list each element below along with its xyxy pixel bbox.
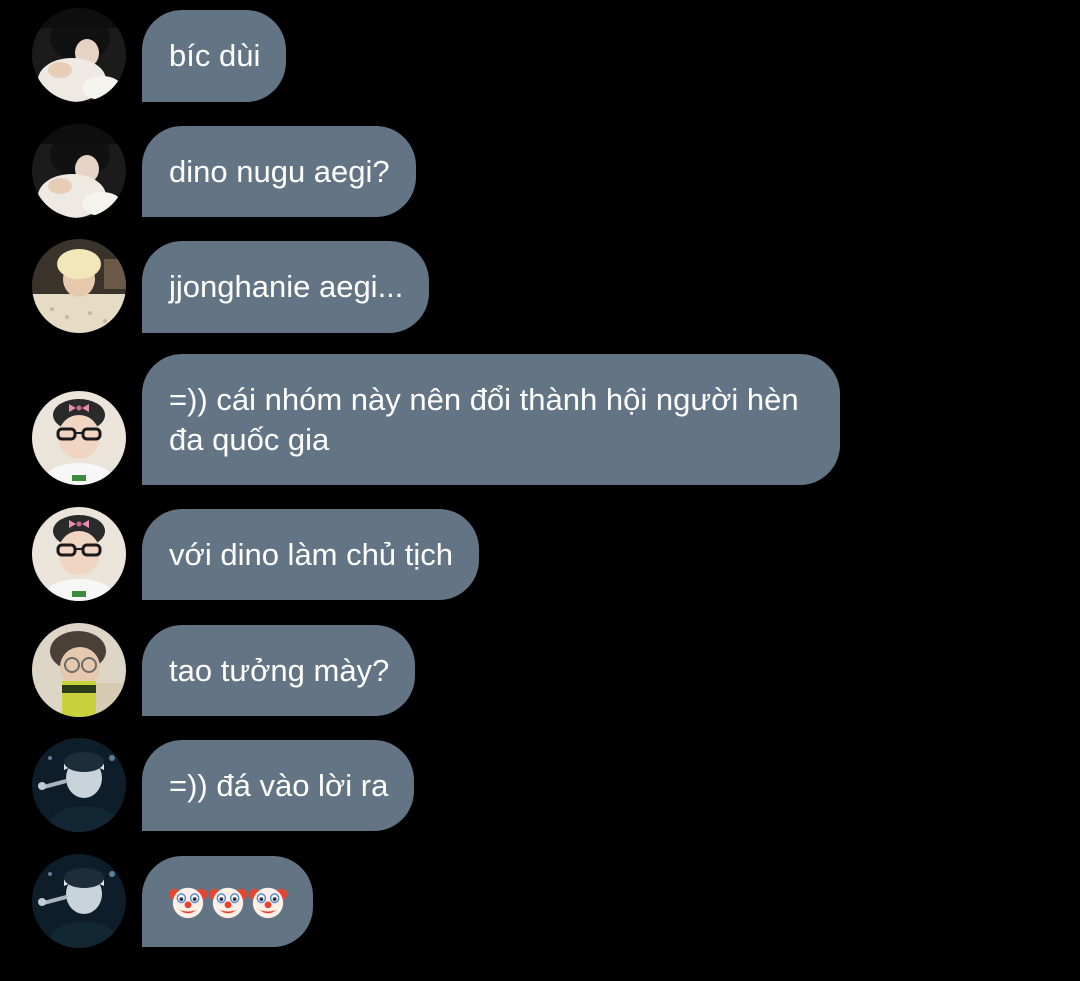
message-text: =)) đá vào lời ra — [169, 767, 389, 803]
message-row: dino nugu aegi? — [0, 126, 1080, 217]
photo-avatar-5[interactable] — [32, 738, 126, 832]
message-bubble[interactable]: bíc dùi — [142, 10, 287, 102]
message-text: dino nugu aegi? — [169, 153, 390, 189]
message-row: jjonghanie aegi... — [0, 241, 1080, 333]
message-bubble[interactable]: với dino làm chủ tịch — [142, 509, 479, 600]
message-text: bíc dùi — [169, 38, 261, 73]
message-bubble[interactable]: jjonghanie aegi... — [142, 241, 430, 333]
message-text: jjonghanie aegi... — [169, 269, 404, 304]
message-row: =)) cái nhóm này nên đổi thành hội người… — [0, 354, 1080, 485]
message-text: tao tưởng mày? — [169, 652, 390, 688]
message-bubble[interactable]: tao tưởng mày? — [142, 625, 416, 716]
clown-face-icon — [249, 882, 287, 922]
message-bubble[interactable]: dino nugu aegi? — [142, 126, 416, 217]
message-bubble[interactable]: =)) cái nhóm này nên đổi thành hội người… — [142, 354, 840, 485]
message-row: với dino làm chủ tịch — [0, 509, 1080, 600]
photo-avatar-1[interactable] — [32, 124, 126, 218]
emoji-message — [169, 882, 287, 922]
photo-avatar-1[interactable] — [32, 8, 126, 102]
photo-avatar-5[interactable] — [32, 854, 126, 948]
message-row: tao tưởng mày? — [0, 625, 1080, 716]
message-row: bíc dùi — [0, 10, 1080, 102]
photo-avatar-4[interactable] — [32, 623, 126, 717]
photo-avatar-2[interactable] — [32, 239, 126, 333]
photo-avatar-3[interactable] — [32, 391, 126, 485]
clown-face-icon — [209, 882, 247, 922]
message-row — [0, 856, 1080, 947]
message-row: =)) đá vào lời ra — [0, 740, 1080, 831]
message-text: với dino làm chủ tịch — [169, 536, 453, 572]
photo-avatar-3[interactable] — [32, 507, 126, 601]
message-bubble[interactable] — [142, 856, 313, 947]
message-text: =)) cái nhóm này nên đổi thành hội người… — [169, 381, 808, 457]
message-bubble[interactable]: =)) đá vào lời ra — [142, 740, 415, 831]
clown-face-icon — [169, 882, 207, 922]
